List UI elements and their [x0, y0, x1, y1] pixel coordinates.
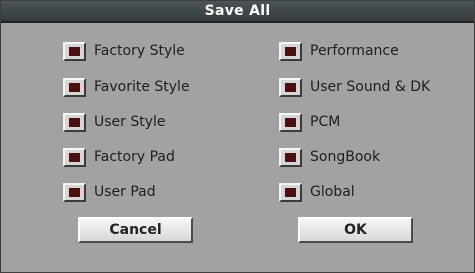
check-mark-icon [69, 152, 80, 162]
songbook-label: SongBook [310, 149, 381, 165]
option-global[interactable]: Global [279, 181, 355, 203]
option-user-sound-dk[interactable]: User Sound & DK [279, 76, 430, 98]
cancel-button[interactable]: Cancel [78, 217, 193, 243]
check-mark-icon [69, 117, 80, 127]
option-favorite-style[interactable]: Favorite Style [63, 76, 190, 98]
factory-pad-checkbox[interactable] [63, 147, 86, 167]
option-factory-pad[interactable]: Factory Pad [63, 146, 175, 168]
dialog-title: Save All [1, 1, 474, 23]
check-mark-icon [285, 187, 296, 197]
performance-checkbox[interactable] [279, 41, 302, 61]
check-mark-icon [69, 187, 80, 197]
user-style-checkbox[interactable] [63, 112, 86, 132]
option-performance[interactable]: Performance [279, 40, 399, 62]
user-sound-dk-checkbox[interactable] [279, 77, 302, 97]
save-all-dialog: Save All Factory Style Favorite Style Us… [0, 0, 475, 273]
option-user-pad[interactable]: User Pad [63, 181, 156, 203]
user-pad-label: User Pad [94, 184, 156, 200]
pcm-label: PCM [310, 114, 341, 130]
check-mark-icon [285, 82, 296, 92]
favorite-style-checkbox[interactable] [63, 77, 86, 97]
option-songbook[interactable]: SongBook [279, 146, 380, 168]
check-mark-icon [285, 46, 296, 56]
ok-button[interactable]: OK [298, 217, 413, 243]
user-style-label: User Style [94, 114, 166, 130]
songbook-checkbox[interactable] [279, 147, 302, 167]
factory-pad-label: Factory Pad [94, 149, 175, 165]
check-mark-icon [69, 46, 80, 56]
check-mark-icon [285, 117, 296, 127]
factory-style-checkbox[interactable] [63, 41, 86, 61]
global-checkbox[interactable] [279, 182, 302, 202]
performance-label: Performance [310, 43, 399, 59]
factory-style-label: Factory Style [94, 43, 185, 59]
favorite-style-label: Favorite Style [94, 79, 190, 95]
check-mark-icon [285, 152, 296, 162]
pcm-checkbox[interactable] [279, 112, 302, 132]
option-factory-style[interactable]: Factory Style [63, 40, 185, 62]
global-label: Global [310, 184, 355, 200]
user-sound-dk-label: User Sound & DK [310, 79, 431, 95]
option-pcm[interactable]: PCM [279, 111, 340, 133]
check-mark-icon [69, 82, 80, 92]
option-user-style[interactable]: User Style [63, 111, 166, 133]
user-pad-checkbox[interactable] [63, 182, 86, 202]
